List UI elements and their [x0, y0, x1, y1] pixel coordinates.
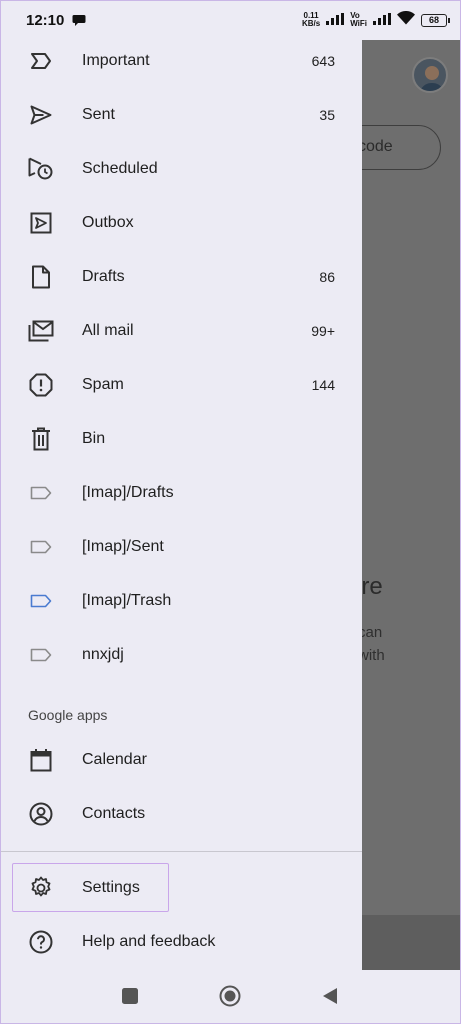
drawer-item-label: Important: [82, 52, 150, 69]
drawer-item-label: Contacts: [82, 805, 146, 822]
bin-icon: [28, 426, 54, 452]
drawer-item-help[interactable]: Help and feedback: [0, 915, 362, 969]
navigation-drawer: Important 643 Sent 35 Scheduled Outbox D…: [0, 40, 362, 970]
drawer-item-count: 643: [311, 53, 335, 69]
drawer-item-spam[interactable]: Spam 144: [0, 358, 362, 412]
avatar: [412, 57, 448, 93]
drawer-item-bin[interactable]: Bin: [0, 412, 362, 466]
drawer-item-imap-sent[interactable]: [Imap]/Sent: [0, 520, 362, 574]
background-app-scrim[interactable]: code are can with: [362, 40, 461, 970]
drawer-item-label: Help and feedback: [82, 933, 216, 950]
drawer-item-label: [Imap]/Drafts: [82, 484, 174, 501]
draft-icon: [28, 264, 54, 290]
signal-icon: [326, 12, 345, 29]
drawer-item-scheduled[interactable]: Scheduled: [0, 142, 362, 196]
drawer-item-contacts[interactable]: Contacts: [0, 787, 362, 841]
label-icon: [28, 480, 54, 506]
google-apps-section-title: Google apps: [28, 707, 108, 723]
drawer-item-label: Drafts: [82, 268, 125, 285]
all-mail-icon: [28, 318, 54, 344]
recents-button[interactable]: [121, 987, 139, 1010]
background-text: with: [362, 647, 385, 664]
drawer-item-label: Calendar: [82, 751, 147, 768]
status-time: 12:10: [26, 11, 65, 29]
drawer-item-important[interactable]: Important 643: [0, 34, 362, 88]
drawer-item-count: 35: [319, 107, 335, 123]
background-heading: are: [362, 573, 383, 600]
drawer-item-all-mail[interactable]: All mail 99+: [0, 304, 362, 358]
drawer-item-label: nnxjdj: [82, 646, 124, 663]
drawer-item-drafts[interactable]: Drafts 86: [0, 250, 362, 304]
help-icon: [28, 929, 54, 955]
drawer-item-calendar[interactable]: Calendar: [0, 733, 362, 787]
label-icon: [28, 642, 54, 668]
spam-icon: [28, 372, 54, 398]
drawer-item-count: 86: [319, 269, 335, 285]
drawer-item-count: 99+: [311, 323, 335, 339]
drawer-item-label: [Imap]/Trash: [82, 592, 172, 609]
drawer-item-imap-trash[interactable]: [Imap]/Trash: [0, 574, 362, 628]
drawer-divider: [0, 851, 362, 852]
drawer-item-outbox[interactable]: Outbox: [0, 196, 362, 250]
drawer-item-label: Bin: [82, 430, 106, 447]
wifi-icon: [397, 10, 415, 29]
battery-indicator: 68: [421, 13, 450, 27]
background-text: can: [362, 624, 383, 641]
system-navigation-bar: [0, 970, 461, 1024]
background-bottom-strip: [362, 915, 461, 970]
signal-icon: [373, 12, 391, 29]
label-icon: [28, 534, 54, 560]
drawer-item-imap-drafts[interactable]: [Imap]/Drafts: [0, 466, 362, 520]
drawer-item-label: [Imap]/Sent: [82, 538, 164, 555]
code-button: code: [362, 125, 441, 170]
home-button[interactable]: [219, 985, 241, 1012]
scheduled-icon: [28, 156, 54, 182]
contacts-icon: [28, 801, 54, 827]
drawer-item-label: Scheduled: [82, 160, 158, 177]
drawer-item-count: 144: [311, 377, 335, 393]
drawer-item-label: All mail: [82, 322, 134, 339]
drawer-item-nnxjdj[interactable]: nnxjdj: [0, 628, 362, 682]
message-notification-icon: [72, 14, 86, 27]
drawer-item-label: Spam: [82, 376, 124, 393]
label-icon: [28, 588, 54, 614]
drawer-item-sent[interactable]: Sent 35: [0, 88, 362, 142]
back-button[interactable]: [321, 987, 339, 1010]
drawer-item-label: Outbox: [82, 214, 134, 231]
outbox-icon: [28, 210, 54, 236]
calendar-icon: [28, 747, 54, 773]
send-icon: [28, 102, 54, 128]
important-icon: [28, 48, 54, 74]
network-speed: 0.11 KB/s: [301, 11, 321, 28]
drawer-item-label: Sent: [82, 106, 115, 123]
settings-highlight-box: [12, 863, 169, 912]
vowifi-indicator: Vo WiFi: [350, 11, 367, 28]
